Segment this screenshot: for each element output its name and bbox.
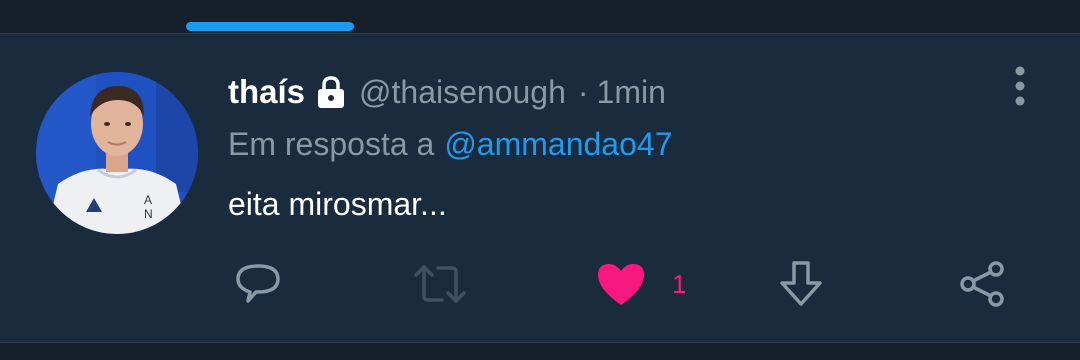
like-count: 1 [672,268,687,299]
reply-icon [236,264,280,303]
heart-icon [598,264,644,305]
download-button[interactable] [778,256,824,312]
download-icon [780,261,822,306]
display-name[interactable]: thaís [228,73,305,111]
reply-button[interactable] [234,256,282,312]
reply-prefix: Em resposta a [228,125,435,162]
separator: · [577,73,589,110]
next-tweet-divider [0,342,1080,360]
share-icon [960,261,1004,307]
retweet-icon [414,265,466,303]
share-button[interactable] [958,256,1008,312]
like-button[interactable]: 1 [596,256,686,312]
svg-text:A: A [144,193,152,207]
user-handle[interactable]: @thaisenough [359,74,566,111]
timestamp[interactable]: 1min [597,74,666,111]
avatar-photo: A N [36,72,198,234]
tweet-text: eita mirosmar... [228,185,447,222]
svg-text:N: N [144,207,153,221]
active-tab-indicator [186,22,354,31]
avatar[interactable]: A N [36,72,198,234]
tweet-header: thaís @thaisenough · 1min [228,70,666,114]
reply-context: Em resposta a @ammandao47 [228,122,672,166]
lock-icon [315,75,347,109]
tab-bar [0,0,1080,34]
reply-mention-link[interactable]: @ammandao47 [444,126,672,163]
retweet-button[interactable] [412,256,468,312]
more-vertical-icon[interactable] [1008,66,1032,108]
